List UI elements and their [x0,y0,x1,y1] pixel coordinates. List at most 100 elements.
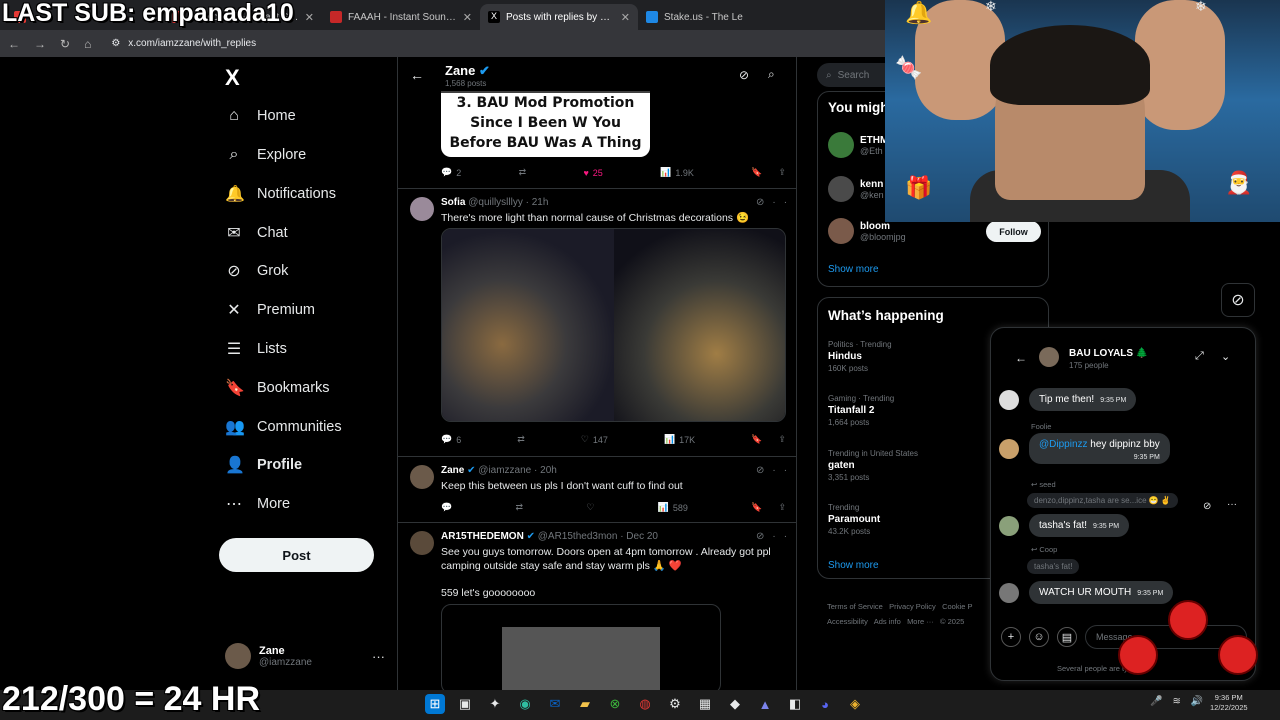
trend-item[interactable]: Trending Paramount 43.2K posts [828,503,880,536]
suggested-account[interactable]: kenn @ken [828,176,884,202]
copilot-icon[interactable]: ✦ [485,694,505,714]
reply-button[interactable]: 💬 6 [441,434,461,445]
xbox-icon[interactable]: ⊗ [605,694,625,714]
nav-communities[interactable]: 👥 Communities [225,415,342,439]
expand-icon[interactable]: ⤢ [1195,350,1204,363]
back-arrow-icon[interactable]: ← [410,67,424,83]
back-arrow-icon[interactable]: ← [1015,351,1027,365]
like-button[interactable]: ♥ 25 [583,167,602,178]
like-button[interactable]: ♡ 147 [581,434,608,445]
browser-tab-3[interactable]: FAAAH - Instant Sound Effect B ✕ [322,4,480,30]
repost-button[interactable]: ⇄ [516,502,524,513]
nav-profile[interactable]: 👤 Profile [225,453,302,477]
chat-message[interactable]: @Dippinzz hey dippinz bby 9:35 PM [999,433,1170,464]
media-photo[interactable] [613,229,785,421]
browser-tab-4[interactable]: X Posts with replies by Zane (@ia ✕ [480,4,638,30]
grok-icon[interactable]: ⊘ [756,197,772,208]
account-switcher[interactable]: Zane @iamzzane ··· [225,643,385,669]
share-icon[interactable]: ⇪ [778,434,786,445]
discord-icon[interactable]: ◕ [815,694,835,714]
media-photo[interactable] [442,229,614,421]
outlook-icon[interactable]: ✉ [545,694,565,714]
tweet-menu[interactable]: ⊘··· [756,465,796,476]
quoted-message[interactable]: denzo,dippinz,tasha are se...ice 😁 ✌ [1027,493,1178,508]
nav-grok[interactable]: ⊘ Grok [225,259,288,283]
post-button[interactable]: Post [219,538,374,572]
trend-item[interactable]: Gaming · Trending Titanfall 2 1,664 posts [828,394,894,427]
more-icon[interactable]: ··· [1227,499,1237,510]
url-field[interactable]: ⚙ x.com/iamzzane/with_replies [111,38,256,49]
reply-button[interactable]: 💬 2 [441,167,461,178]
edge-icon[interactable]: ◉ [515,694,535,714]
search-icon[interactable]: ⌕ [768,67,775,82]
follow-button[interactable]: Follow [986,221,1041,242]
nav-explore[interactable]: ⌕ Explore [225,143,307,167]
bookmark-button[interactable]: 🔖 ⇪ [751,167,786,178]
like-button[interactable]: ♡ [586,502,594,513]
forward-arrow-icon[interactable]: → [34,37,46,51]
grok-icon[interactable]: ⊘ [756,465,772,476]
tweet-media[interactable] [441,604,721,695]
more-icon[interactable]: ··· [772,197,796,208]
chat-message[interactable]: tasha's fat! 9:35 PM [999,514,1130,537]
windows-start-icon[interactable]: ⊞ [425,694,445,714]
microphone-icon[interactable]: 🎤 [1150,696,1162,707]
app-icon[interactable]: ◧ [785,694,805,714]
teams-icon[interactable]: ▲ [755,694,775,714]
reply-button[interactable]: 💬 [441,502,452,513]
grok-icon[interactable]: ⊘ [756,531,772,542]
back-arrow-icon[interactable]: ← [8,37,20,51]
app-icon[interactable]: ◆ [725,694,745,714]
home-icon[interactable]: ⌂ [84,37,91,51]
react-icon[interactable]: ⊘ [1203,501,1211,512]
site-info-icon[interactable]: ⚙ [111,38,120,49]
plus-icon[interactable]: + [1001,627,1021,647]
show-more-link[interactable]: Show more [828,560,879,571]
store-icon[interactable]: ▦ [695,694,715,714]
nav-premium[interactable]: ✕ Premium [225,298,315,322]
footer-link[interactable]: Accessibility [827,617,868,626]
quoted-message[interactable]: tasha's fat! [1027,559,1080,574]
views-button[interactable]: 📊 589 [658,502,688,513]
bookmark-button[interactable]: 🔖 ⇪ [751,502,786,513]
promo-image[interactable]: 3. BAU Mod Promotion Since I Been W You … [441,91,650,157]
reload-icon[interactable]: ↻ [60,37,70,51]
gif-icon[interactable]: ☺ [1029,627,1049,647]
more-icon[interactable]: ··· [372,649,385,664]
nav-home[interactable]: ⌂ Home [225,104,296,128]
media-photo[interactable] [502,627,660,695]
app-icon[interactable]: ◈ [845,694,865,714]
more-icon[interactable]: ··· [772,531,796,542]
suggested-account[interactable]: ETHM @Eth [828,132,888,158]
file-explorer-icon[interactable]: ▰ [575,694,595,714]
footer-link[interactable]: Privacy Policy [889,602,936,611]
chevron-down-icon[interactable]: ⌄ [1221,350,1230,363]
footer-link[interactable]: More ··· [907,617,934,626]
footer-link[interactable]: Ads info [874,617,901,626]
bookmark-button[interactable]: 🔖 ⇪ [751,434,786,445]
views-button[interactable]: 📊 17K [664,434,695,445]
mention-link[interactable]: @Dippinzz [1039,439,1088,450]
share-icon[interactable]: ⇪ [778,502,786,513]
share-icon[interactable]: ⇪ [778,167,786,178]
wifi-icon[interactable]: ≋ [1172,696,1180,707]
trend-item[interactable]: Trending in United States gaten 3,351 post… [828,449,918,482]
chat-message[interactable]: Tip me then! 9:35 PM [999,388,1137,411]
task-view-icon[interactable]: ▣ [455,694,475,714]
nav-lists[interactable]: ☰ Lists [225,337,287,361]
footer-link[interactable]: Cookie P [942,602,972,611]
trend-item[interactable]: Politics · Trending Hindus 160K posts [828,340,892,373]
chat-message[interactable]: WATCH UR MOUTH 9:35 PM [999,581,1174,604]
tweet-menu[interactable]: ⊘··· [756,197,796,208]
repost-button[interactable]: ⇄ [517,434,525,445]
settings-icon[interactable]: ⚙ [665,694,685,714]
close-icon[interactable]: ✕ [463,11,472,24]
tweet-media[interactable] [441,228,786,422]
nav-notifications[interactable]: 🔔 Notifications [225,182,336,206]
repost-button[interactable]: ⇄ [519,167,527,178]
media-icon[interactable]: ▤ [1057,627,1077,647]
grok-icon[interactable]: ⊘ [739,68,749,82]
tweet-menu[interactable]: ⊘··· [756,531,796,542]
more-icon[interactable]: ··· [772,465,796,476]
nav-chat[interactable]: ✉ Chat [225,221,287,245]
